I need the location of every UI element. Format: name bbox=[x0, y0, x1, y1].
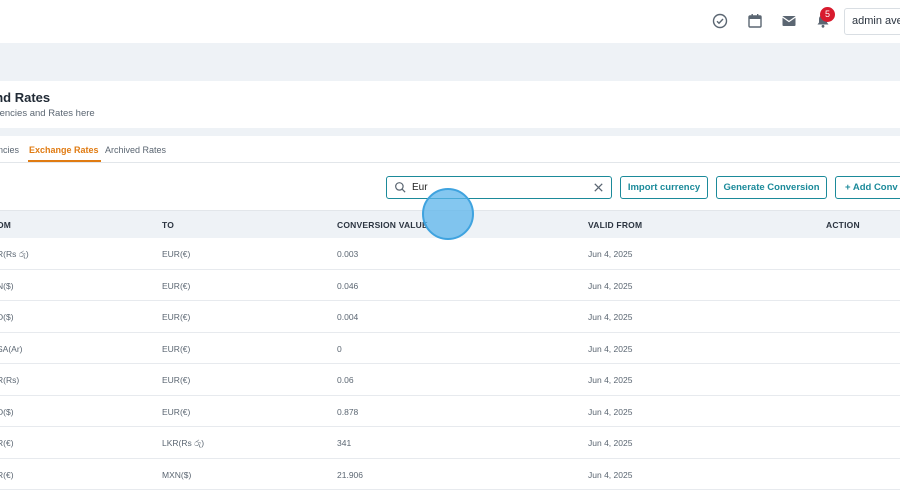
cell-valid-from: Jun 4, 2025 bbox=[588, 343, 633, 354]
generate-conversion-button[interactable]: Generate Conversion bbox=[716, 176, 827, 199]
page-subtitle: urrencies and Rates here bbox=[0, 108, 95, 119]
cell-from: R(Rs රු) bbox=[0, 249, 29, 259]
table-row[interactable]: D($) EUR(€) 0.004 Jun 4, 2025 bbox=[0, 301, 900, 333]
cell-valid-from: Jun 4, 2025 bbox=[588, 469, 633, 480]
table-row[interactable]: R(€) MXN($) 21.906 Jun 4, 2025 bbox=[0, 459, 900, 490]
table-row[interactable]: SA(Ar) EUR(€) 0 Jun 4, 2025 bbox=[0, 333, 900, 364]
click-indicator bbox=[422, 188, 474, 240]
cell-to: LKR(Rs රු) bbox=[162, 438, 205, 448]
cell-valid-from: Jun 4, 2025 bbox=[588, 438, 633, 448]
column-header-valid-from[interactable]: VALID FROM bbox=[588, 220, 642, 230]
cell-conversion-value: 0.06 bbox=[337, 375, 354, 385]
tab-currencies[interactable]: ncies bbox=[0, 145, 19, 155]
cell-valid-from: Jun 4, 2025 bbox=[588, 406, 633, 417]
cell-valid-from: Jun 4, 2025 bbox=[588, 280, 633, 291]
cell-conversion-value: 0.046 bbox=[337, 280, 359, 291]
cell-from: N($) bbox=[0, 280, 14, 291]
column-header-conversion-value[interactable]: CONVERSION VALUE bbox=[337, 220, 428, 230]
column-header-from[interactable]: OM bbox=[0, 220, 11, 230]
active-tab-indicator bbox=[28, 160, 101, 162]
page-band bbox=[0, 43, 900, 81]
cell-to: EUR(€) bbox=[162, 343, 191, 354]
tab-exchange-rates[interactable]: Exchange Rates bbox=[29, 145, 99, 155]
cell-conversion-value: 341 bbox=[337, 438, 352, 448]
cell-from: R(Rs) bbox=[0, 375, 20, 385]
search-box bbox=[386, 176, 612, 199]
check-circle-icon[interactable] bbox=[711, 12, 729, 30]
section-divider bbox=[0, 128, 900, 136]
cell-valid-from: Jun 4, 2025 bbox=[588, 375, 633, 385]
clear-search-icon[interactable] bbox=[592, 181, 605, 194]
page-header bbox=[0, 81, 900, 128]
cell-to: EUR(€) bbox=[162, 312, 191, 322]
user-menu[interactable]: admin aven bbox=[844, 8, 900, 35]
search-icon bbox=[395, 182, 406, 193]
cell-to: EUR(€) bbox=[162, 375, 191, 385]
cell-to: EUR(€) bbox=[162, 406, 191, 417]
table-row[interactable]: D($) EUR(€) 0.878 Jun 4, 2025 bbox=[0, 396, 900, 427]
table-row[interactable]: R(Rs) EUR(€) 0.06 Jun 4, 2025 bbox=[0, 364, 900, 396]
notification-badge: 5 bbox=[820, 7, 835, 22]
cell-from: SA(Ar) bbox=[0, 343, 23, 354]
add-conversion-button[interactable]: + Add Conv bbox=[835, 176, 900, 199]
cell-to: EUR(€) bbox=[162, 280, 191, 291]
column-header-action: ACTION bbox=[826, 220, 860, 230]
cell-conversion-value: 21.906 bbox=[337, 469, 363, 480]
cell-from: D($) bbox=[0, 406, 14, 417]
cell-from: D($) bbox=[0, 312, 14, 322]
page-title: and Rates bbox=[0, 90, 51, 105]
mail-icon[interactable] bbox=[780, 12, 798, 30]
calendar-icon[interactable] bbox=[746, 12, 764, 30]
cell-from: R(€) bbox=[0, 469, 14, 480]
cell-to: MXN($) bbox=[162, 469, 192, 480]
table-row[interactable]: R(€) LKR(Rs රු) 341 Jun 4, 2025 bbox=[0, 427, 900, 459]
import-currency-button[interactable]: Import currency bbox=[620, 176, 708, 199]
cell-to: EUR(€) bbox=[162, 249, 191, 259]
cell-from: R(€) bbox=[0, 438, 14, 448]
cell-valid-from: Jun 4, 2025 bbox=[588, 249, 633, 259]
cell-conversion-value: 0.004 bbox=[337, 312, 359, 322]
table-row[interactable]: R(Rs රු) EUR(€) 0.003 Jun 4, 2025 bbox=[0, 238, 900, 270]
top-bar: 5 admin aven bbox=[0, 0, 900, 43]
cell-conversion-value: 0 bbox=[337, 343, 342, 354]
tab-archived-rates[interactable]: Archived Rates bbox=[105, 145, 166, 155]
cell-conversion-value: 0.003 bbox=[337, 249, 359, 259]
cell-valid-from: Jun 4, 2025 bbox=[588, 312, 633, 322]
table-row[interactable]: N($) EUR(€) 0.046 Jun 4, 2025 bbox=[0, 270, 900, 301]
column-header-to[interactable]: TO bbox=[162, 220, 174, 230]
cell-conversion-value: 0.878 bbox=[337, 406, 359, 417]
tab-bar: ncies Exchange Rates Archived Rates bbox=[0, 136, 900, 163]
